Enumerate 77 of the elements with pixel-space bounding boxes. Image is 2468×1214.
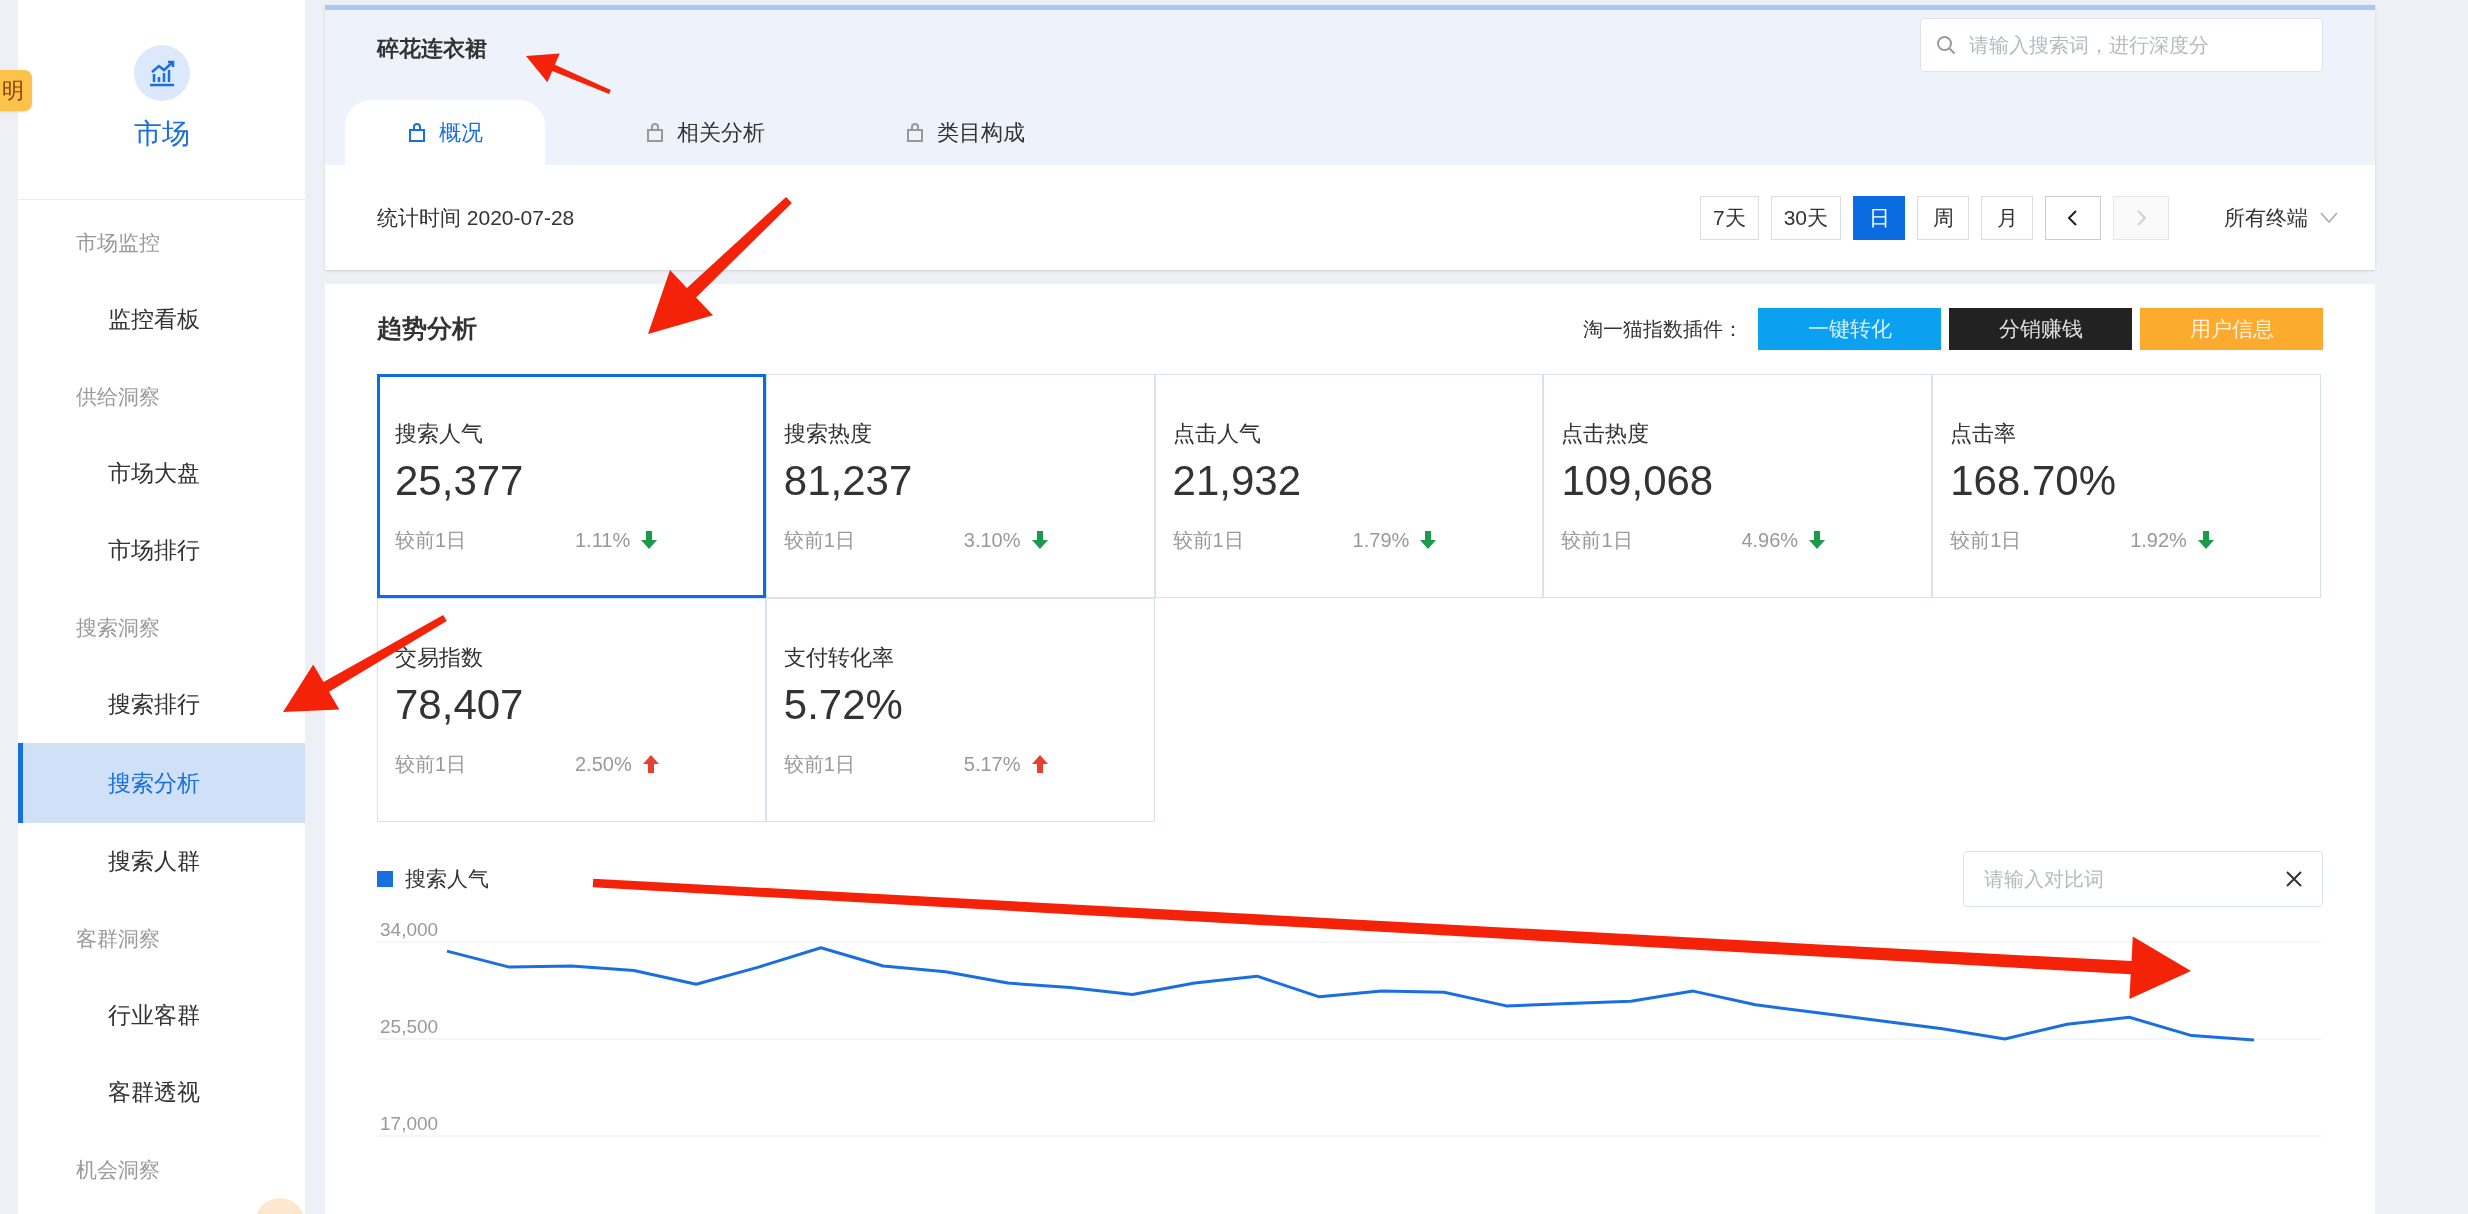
stat-time: 统计时间 2020-07-28 — [377, 204, 575, 231]
change-value: 1.11% — [575, 528, 631, 553]
metric-label: 搜索人气 — [395, 420, 484, 448]
change-value: 5.17% — [963, 752, 1021, 777]
plugin-button[interactable]: 分销赚钱 — [1949, 308, 2132, 350]
sidebar-item[interactable]: 搜索分析 — [18, 743, 305, 823]
bag-icon — [645, 122, 665, 143]
sidebar-group-label: 市场监控 — [76, 229, 160, 256]
metric-card[interactable]: 搜索热度 81,237 较前1日 3.10% — [765, 374, 1155, 598]
search-field[interactable]: 请输入搜索词，进行深度分 — [1920, 18, 2323, 72]
plugin-label: 淘一猫指数插件： — [1583, 317, 1743, 342]
metric-value: 25,377 — [395, 456, 525, 506]
metric-label: 搜索热度 — [783, 420, 873, 448]
change-value: 4.96% — [1741, 528, 1799, 553]
section-title: 趋势分析 — [377, 313, 477, 345]
axis-label: 25,500 — [380, 1016, 439, 1037]
change-value: 1.92% — [2130, 528, 2187, 553]
metric-value: 168.70% — [1950, 456, 2117, 506]
metric-label: 点击热度 — [1561, 420, 1651, 448]
page-title: 碎花连衣裙 — [377, 34, 487, 63]
bag-icon — [905, 122, 925, 143]
sidebar-item[interactable]: 市场大盘 — [18, 435, 305, 512]
change-value: 2.50% — [575, 752, 632, 777]
axis-label: 17,000 — [380, 1113, 439, 1134]
legend-label: 搜索人气 — [405, 866, 489, 893]
sidebar-group-label: 机会洞察 — [76, 1156, 160, 1183]
sidebar-item[interactable]: 客群透视 — [18, 1054, 305, 1131]
metric-card[interactable]: 点击热度 109,068 较前1日 4.96% — [1543, 374, 1933, 598]
tab[interactable]: 相关分析 — [605, 100, 805, 165]
bag-icon — [407, 122, 427, 143]
period-button[interactable]: 7天 — [1699, 195, 1759, 240]
period-button[interactable]: 30天 — [1770, 195, 1841, 240]
period-button[interactable]: 月 — [1981, 195, 2033, 240]
metric-label: 点击率 — [1950, 420, 2018, 448]
metric-value: 21,932 — [1172, 456, 1303, 506]
metric-label: 支付转化率 — [783, 644, 895, 672]
sidebar-group-label: 客群洞察 — [76, 925, 160, 952]
sidebar-item[interactable]: 行业客群 — [18, 977, 305, 1054]
sidebar-group-label: 供给洞察 — [76, 383, 160, 410]
metric-card[interactable]: 点击率 168.70% 较前1日 1.92% — [1932, 374, 2321, 598]
search-icon — [1936, 35, 1956, 55]
metric-card[interactable]: 支付转化率 5.72% 较前1日 5.17% — [765, 598, 1155, 822]
metric-value: 81,237 — [783, 456, 914, 506]
change-value: 1.79% — [1352, 528, 1410, 553]
period-button[interactable]: 日 — [1853, 195, 1905, 240]
tab[interactable]: 概况 — [345, 100, 545, 165]
compare-field[interactable]: 请输入对比词 — [1963, 851, 2323, 907]
axis-label: 34,000 — [380, 919, 439, 940]
sidebar-group-label: 搜索洞察 — [76, 614, 160, 641]
help-badge[interactable]: 明 — [0, 70, 32, 111]
metric-card[interactable]: 搜索人气 25,377 较前1日 1.11% — [377, 374, 766, 598]
metric-value: 109,068 — [1561, 456, 1715, 506]
terminal-select[interactable]: 所有终端 — [2224, 201, 2338, 234]
metric-card[interactable]: 交易指数 78,407 较前1日 2.50% — [377, 598, 766, 822]
tab[interactable]: 类目构成 — [865, 100, 1065, 165]
change-value: 3.10% — [963, 528, 1021, 553]
compare-label: 较前1日 — [1172, 528, 1245, 553]
metric-card[interactable]: 点击人气 21,932 较前1日 1.79% — [1154, 374, 1544, 598]
compare-label: 较前1日 — [395, 752, 468, 777]
metric-label: 交易指数 — [395, 644, 484, 672]
previous-button[interactable] — [2045, 195, 2101, 240]
chevron-down-icon — [2320, 211, 2338, 224]
metric-value: 78,407 — [395, 680, 525, 730]
compare-label: 较前1日 — [783, 752, 856, 777]
sidebar-item[interactable]: 监控看板 — [18, 281, 305, 358]
period-button[interactable]: 周 — [1917, 195, 1969, 240]
metric-label: 点击人气 — [1172, 420, 1262, 448]
close-icon[interactable] — [2285, 870, 2303, 888]
compare-label: 较前1日 — [1950, 528, 2023, 553]
compare-label: 较前1日 — [783, 528, 856, 553]
sidebar-item[interactable]: 搜索排行 — [18, 666, 305, 743]
compare-label: 较前1日 — [395, 528, 468, 553]
sidebar-title: 市场 — [133, 116, 190, 151]
compare-label: 较前1日 — [1561, 528, 1634, 553]
metric-value: 5.72% — [783, 680, 904, 730]
sidebar-item[interactable]: 市场排行 — [18, 512, 305, 589]
sidebar-item[interactable]: 搜索人群 — [18, 823, 305, 900]
